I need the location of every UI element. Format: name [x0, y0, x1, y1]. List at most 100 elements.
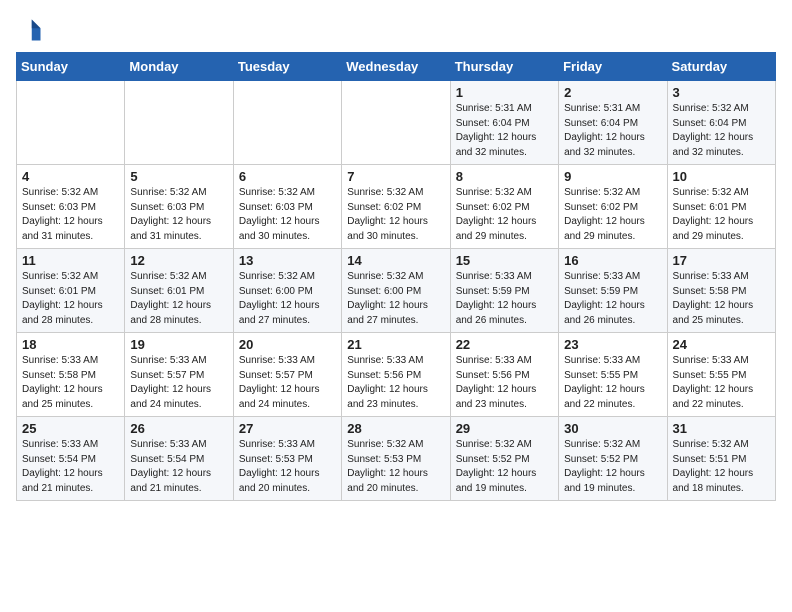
cell-content: Sunrise: 5:33 AM Sunset: 5:58 PM Dayligh…	[673, 270, 770, 328]
day-number: 26	[130, 421, 227, 436]
day-number: 16	[564, 253, 661, 268]
cell-content: Sunrise: 5:32 AM Sunset: 5:52 PM Dayligh…	[564, 438, 661, 496]
cell-content: Sunrise: 5:32 AM Sunset: 6:02 PM Dayligh…	[347, 186, 444, 244]
cell-content: Sunrise: 5:32 AM Sunset: 6:01 PM Dayligh…	[673, 186, 770, 244]
calendar-cell: 16 Sunrise: 5:33 AM Sunset: 5:59 PM Dayli…	[559, 249, 667, 333]
cell-content: Sunrise: 5:32 AM Sunset: 6:00 PM Dayligh…	[347, 270, 444, 328]
calendar-week-row: 11 Sunrise: 5:32 AM Sunset: 6:01 PM Dayli…	[17, 249, 776, 333]
cell-content: Sunrise: 5:33 AM Sunset: 5:56 PM Dayligh…	[347, 354, 444, 412]
calendar-cell: 20 Sunrise: 5:33 AM Sunset: 5:57 PM Dayli…	[233, 333, 341, 417]
day-header-saturday: Saturday	[667, 53, 775, 81]
day-number: 2	[564, 85, 661, 100]
cell-content: Sunrise: 5:31 AM Sunset: 6:04 PM Dayligh…	[564, 102, 661, 160]
cell-content: Sunrise: 5:32 AM Sunset: 5:51 PM Dayligh…	[673, 438, 770, 496]
cell-content: Sunrise: 5:32 AM Sunset: 6:03 PM Dayligh…	[239, 186, 336, 244]
cell-content: Sunrise: 5:33 AM Sunset: 5:53 PM Dayligh…	[239, 438, 336, 496]
calendar-cell	[233, 81, 341, 165]
cell-content: Sunrise: 5:32 AM Sunset: 5:52 PM Dayligh…	[456, 438, 553, 496]
day-number: 6	[239, 169, 336, 184]
day-header-monday: Monday	[125, 53, 233, 81]
cell-content: Sunrise: 5:32 AM Sunset: 6:03 PM Dayligh…	[130, 186, 227, 244]
calendar-cell: 5 Sunrise: 5:32 AM Sunset: 6:03 PM Daylig…	[125, 165, 233, 249]
calendar-cell: 6 Sunrise: 5:32 AM Sunset: 6:03 PM Daylig…	[233, 165, 341, 249]
calendar-cell: 27 Sunrise: 5:33 AM Sunset: 5:53 PM Dayli…	[233, 417, 341, 501]
calendar-cell: 29 Sunrise: 5:32 AM Sunset: 5:52 PM Dayli…	[450, 417, 558, 501]
day-number: 5	[130, 169, 227, 184]
calendar-week-row: 1Sunrise: 5:31 AM Sunset: 6:04 PM Daylig…	[17, 81, 776, 165]
day-number: 20	[239, 337, 336, 352]
day-number: 24	[673, 337, 770, 352]
calendar-cell	[17, 81, 125, 165]
day-number: 7	[347, 169, 444, 184]
calendar-cell: 21 Sunrise: 5:33 AM Sunset: 5:56 PM Dayli…	[342, 333, 450, 417]
cell-content: Sunrise: 5:32 AM Sunset: 6:03 PM Dayligh…	[22, 186, 119, 244]
calendar-week-row: 25 Sunrise: 5:33 AM Sunset: 5:54 PM Dayli…	[17, 417, 776, 501]
calendar-cell: 8 Sunrise: 5:32 AM Sunset: 6:02 PM Daylig…	[450, 165, 558, 249]
page-header	[16, 16, 776, 44]
cell-content: Sunrise: 5:33 AM Sunset: 5:59 PM Dayligh…	[564, 270, 661, 328]
day-header-sunday: Sunday	[17, 53, 125, 81]
calendar-cell: 9 Sunrise: 5:32 AM Sunset: 6:02 PM Daylig…	[559, 165, 667, 249]
calendar-cell: 4Sunrise: 5:32 AM Sunset: 6:03 PM Daylig…	[17, 165, 125, 249]
day-number: 14	[347, 253, 444, 268]
cell-content: Sunrise: 5:33 AM Sunset: 5:57 PM Dayligh…	[130, 354, 227, 412]
day-header-thursday: Thursday	[450, 53, 558, 81]
cell-content: Sunrise: 5:33 AM Sunset: 5:56 PM Dayligh…	[456, 354, 553, 412]
day-number: 9	[564, 169, 661, 184]
calendar-header-row: SundayMondayTuesdayWednesdayThursdayFrid…	[17, 53, 776, 81]
day-number: 8	[456, 169, 553, 184]
calendar-cell: 30 Sunrise: 5:32 AM Sunset: 5:52 PM Dayli…	[559, 417, 667, 501]
calendar-cell: 11 Sunrise: 5:32 AM Sunset: 6:01 PM Dayli…	[17, 249, 125, 333]
calendar-cell	[342, 81, 450, 165]
cell-content: Sunrise: 5:33 AM Sunset: 5:54 PM Dayligh…	[22, 438, 119, 496]
day-number: 21	[347, 337, 444, 352]
cell-content: Sunrise: 5:33 AM Sunset: 5:55 PM Dayligh…	[564, 354, 661, 412]
cell-content: Sunrise: 5:32 AM Sunset: 6:02 PM Dayligh…	[456, 186, 553, 244]
day-number: 29	[456, 421, 553, 436]
cell-content: Sunrise: 5:32 AM Sunset: 6:01 PM Dayligh…	[130, 270, 227, 328]
calendar-cell: 12 Sunrise: 5:32 AM Sunset: 6:01 PM Dayli…	[125, 249, 233, 333]
calendar-cell: 19Sunrise: 5:33 AM Sunset: 5:57 PM Dayli…	[125, 333, 233, 417]
calendar-cell: 15Sunrise: 5:33 AM Sunset: 5:59 PM Dayli…	[450, 249, 558, 333]
day-number: 17	[673, 253, 770, 268]
cell-content: Sunrise: 5:33 AM Sunset: 5:54 PM Dayligh…	[130, 438, 227, 496]
calendar-week-row: 18 Sunrise: 5:33 AM Sunset: 5:58 PM Dayli…	[17, 333, 776, 417]
day-number: 23	[564, 337, 661, 352]
day-number: 13	[239, 253, 336, 268]
calendar-cell	[125, 81, 233, 165]
cell-content: Sunrise: 5:33 AM Sunset: 5:58 PM Dayligh…	[22, 354, 119, 412]
logo	[16, 16, 48, 44]
day-number: 11	[22, 253, 119, 268]
calendar-table: SundayMondayTuesdayWednesdayThursdayFrid…	[16, 52, 776, 501]
cell-content: Sunrise: 5:33 AM Sunset: 5:57 PM Dayligh…	[239, 354, 336, 412]
day-number: 28	[347, 421, 444, 436]
cell-content: Sunrise: 5:33 AM Sunset: 5:55 PM Dayligh…	[673, 354, 770, 412]
calendar-cell: 14 Sunrise: 5:32 AM Sunset: 6:00 PM Dayli…	[342, 249, 450, 333]
day-number: 3	[673, 85, 770, 100]
calendar-cell: 17 Sunrise: 5:33 AM Sunset: 5:58 PM Dayli…	[667, 249, 775, 333]
day-header-tuesday: Tuesday	[233, 53, 341, 81]
day-number: 27	[239, 421, 336, 436]
calendar-cell: 10Sunrise: 5:32 AM Sunset: 6:01 PM Dayli…	[667, 165, 775, 249]
calendar-cell: 26 Sunrise: 5:33 AM Sunset: 5:54 PM Dayli…	[125, 417, 233, 501]
day-number: 12	[130, 253, 227, 268]
calendar-cell: 31 Sunrise: 5:32 AM Sunset: 5:51 PM Dayli…	[667, 417, 775, 501]
calendar-cell: 18 Sunrise: 5:33 AM Sunset: 5:58 PM Dayli…	[17, 333, 125, 417]
cell-content: Sunrise: 5:32 AM Sunset: 5:53 PM Dayligh…	[347, 438, 444, 496]
day-number: 15	[456, 253, 553, 268]
day-number: 31	[673, 421, 770, 436]
day-number: 18	[22, 337, 119, 352]
cell-content: Sunrise: 5:31 AM Sunset: 6:04 PM Dayligh…	[456, 102, 553, 160]
day-number: 22	[456, 337, 553, 352]
calendar-cell: 25 Sunrise: 5:33 AM Sunset: 5:54 PM Dayli…	[17, 417, 125, 501]
calendar-cell: 3 Sunrise: 5:32 AM Sunset: 6:04 PM Daylig…	[667, 81, 775, 165]
calendar-cell: 7 Sunrise: 5:32 AM Sunset: 6:02 PM Daylig…	[342, 165, 450, 249]
cell-content: Sunrise: 5:32 AM Sunset: 6:02 PM Dayligh…	[564, 186, 661, 244]
cell-content: Sunrise: 5:32 AM Sunset: 6:04 PM Dayligh…	[673, 102, 770, 160]
cell-content: Sunrise: 5:32 AM Sunset: 6:01 PM Dayligh…	[22, 270, 119, 328]
day-number: 30	[564, 421, 661, 436]
day-header-friday: Friday	[559, 53, 667, 81]
calendar-cell: 28 Sunrise: 5:32 AM Sunset: 5:53 PM Dayli…	[342, 417, 450, 501]
day-number: 25	[22, 421, 119, 436]
calendar-cell: 13Sunrise: 5:32 AM Sunset: 6:00 PM Dayli…	[233, 249, 341, 333]
